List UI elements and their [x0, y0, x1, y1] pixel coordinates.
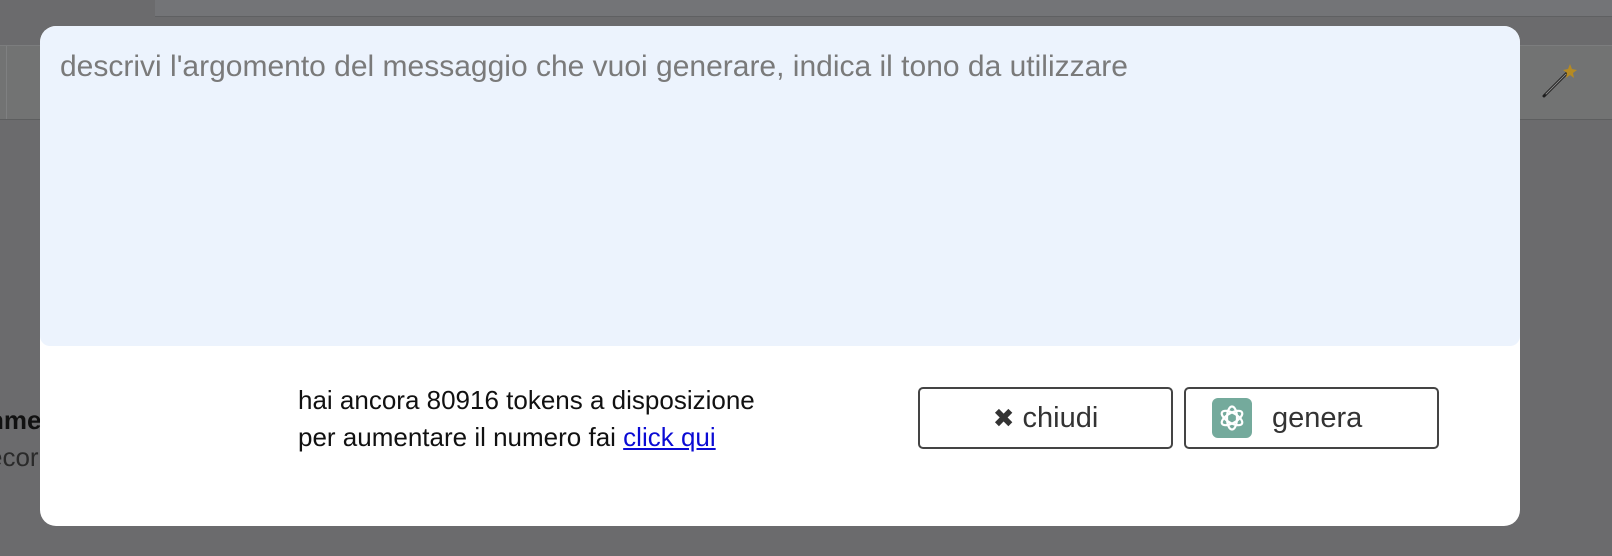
background-heading-fragment: nme [0, 405, 40, 435]
background-top-bar [155, 0, 1612, 17]
generate-button[interactable]: genera [1184, 387, 1439, 449]
close-button-label: chiudi [1022, 401, 1099, 434]
background-toolbar-divider [6, 46, 7, 119]
openai-logo-icon [1212, 398, 1252, 438]
tokens-info: hai ancora 80916 tokens a disposizione p… [298, 382, 755, 456]
background-subtext-fragment: ecor [0, 442, 39, 472]
tokens-remaining-text: hai ancora 80916 tokens a disposizione [298, 385, 755, 415]
close-button[interactable]: ✖ chiudi [918, 387, 1173, 449]
increase-tokens-link[interactable]: click qui [623, 422, 715, 452]
close-x-icon: ✖ [992, 403, 1015, 433]
magic-wand-icon [1542, 64, 1577, 98]
generate-button-label: genera [1272, 401, 1363, 434]
message-prompt-input[interactable] [40, 26, 1520, 346]
tokens-increase-text: per aumentare il numero fai click qui [298, 422, 716, 452]
generate-message-dialog: hai ancora 80916 tokens a disposizione p… [40, 26, 1520, 526]
